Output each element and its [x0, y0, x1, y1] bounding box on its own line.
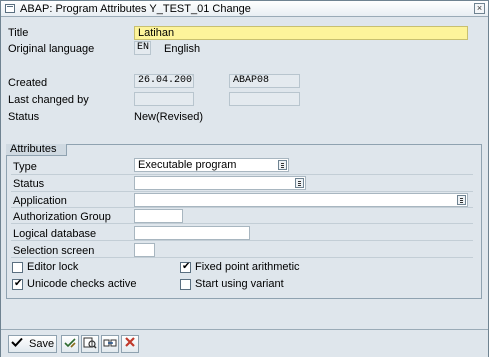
type-dropdown[interactable]: Executable program: [134, 158, 289, 172]
status-value: New(Revised): [134, 111, 204, 123]
window-title: ABAP: Program Attributes Y_TEST_01 Chang…: [20, 3, 251, 15]
authorization-group-input[interactable]: [134, 209, 183, 223]
save-label: Save: [28, 338, 55, 350]
created-date: 26.04.2007: [138, 75, 194, 86]
cancel-icon: [124, 336, 136, 353]
cancel-button[interactable]: [121, 335, 139, 353]
value-help-icon[interactable]: [457, 195, 466, 205]
value-help-icon[interactable]: [278, 160, 287, 170]
type-label: Type: [13, 161, 37, 173]
title-input[interactable]: Latihan: [134, 26, 468, 40]
selection-screen-input[interactable]: [134, 243, 155, 257]
application-dropdown[interactable]: [134, 193, 468, 207]
editor-lock-checkbox[interactable]: [12, 262, 23, 273]
type-value: Executable program: [138, 159, 237, 171]
original-language-label: Original language: [8, 43, 95, 55]
transfer-icon: [103, 336, 117, 355]
created-label: Created: [8, 77, 48, 89]
start-using-variant-checkbox[interactable]: [180, 279, 191, 290]
fixed-point-arithmetic-label: Fixed point arithmetic: [195, 261, 300, 273]
unicode-checks-checkbox[interactable]: [12, 278, 23, 290]
editor-lock-label: Editor lock: [27, 261, 79, 273]
status-dropdown[interactable]: [134, 176, 306, 190]
check-icon: [63, 336, 77, 355]
title-label: Title: [8, 27, 29, 39]
bottom-toolbar: Save: [1, 329, 488, 357]
created-date-field: 26.04.2007: [134, 74, 194, 88]
created-user-field: ABAP08: [229, 74, 300, 88]
original-language-code-field: EN: [134, 41, 151, 55]
changed-user-field: [229, 92, 300, 106]
changed-date-field: [134, 92, 194, 106]
where-used-icon: [83, 336, 97, 355]
original-language-name: English: [164, 43, 201, 55]
window-icon: [5, 4, 15, 13]
where-used-button[interactable]: [81, 335, 99, 353]
start-using-variant-label: Start using variant: [195, 278, 284, 290]
row-divider: [11, 207, 473, 208]
transfer-button[interactable]: [101, 335, 119, 353]
logical-database-label: Logical database: [13, 228, 97, 240]
selection-screen-label: Selection screen: [13, 245, 95, 257]
save-button[interactable]: Save: [8, 335, 57, 353]
unicode-checks-label: Unicode checks active: [27, 278, 137, 290]
original-language-code: EN: [137, 42, 150, 53]
row-divider: [11, 191, 473, 192]
row-divider: [11, 174, 473, 175]
last-changed-label: Last changed by: [8, 94, 89, 106]
fixed-point-arithmetic-checkbox[interactable]: [180, 261, 191, 273]
close-button[interactable]: ×: [474, 3, 485, 14]
value-help-icon[interactable]: [295, 178, 304, 188]
program-attributes-window: ABAP: Program Attributes Y_TEST_01 Chang…: [0, 0, 489, 357]
attr-status-label: Status: [13, 178, 45, 190]
check-button[interactable]: [61, 335, 79, 353]
title-value: Latihan: [138, 27, 175, 39]
application-label: Application: [13, 195, 67, 207]
save-check-icon: [11, 336, 23, 352]
logical-database-input[interactable]: [134, 226, 250, 240]
status-label: Status: [8, 111, 40, 123]
created-user: ABAP08: [233, 75, 270, 86]
authorization-group-label: Authorization Group: [13, 211, 111, 223]
attributes-group-title: Attributes: [6, 144, 68, 156]
title-bar: ABAP: Program Attributes Y_TEST_01 Chang…: [1, 1, 488, 17]
